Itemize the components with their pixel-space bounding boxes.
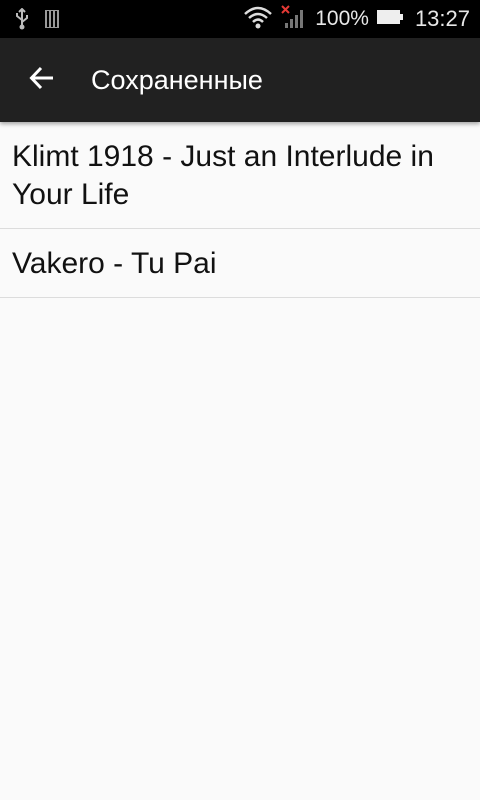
wifi-icon (243, 5, 273, 33)
status-bar: 100% 13:27 (0, 0, 480, 38)
list-item[interactable]: Klimt 1918 - Just an Interlude in Your L… (0, 122, 480, 229)
battery-percent: 100% (315, 7, 369, 30)
arrow-back-icon (29, 65, 55, 95)
usb-icon (14, 7, 30, 34)
app-bar: Сохраненные (0, 38, 480, 122)
status-left-icons (14, 7, 60, 34)
list-item[interactable]: Vakero - Tu Pai (0, 229, 480, 298)
battery-icon (376, 9, 403, 29)
sd-card-icon (44, 9, 60, 33)
status-right-icons: 100% 13:27 (243, 0, 470, 38)
saved-list: Klimt 1918 - Just an Interlude in Your L… (0, 122, 480, 298)
back-button[interactable] (18, 56, 66, 104)
signal-no-sim-icon (281, 5, 307, 33)
page-title: Сохраненные (91, 65, 263, 95)
clock: 13:27 (414, 6, 470, 31)
